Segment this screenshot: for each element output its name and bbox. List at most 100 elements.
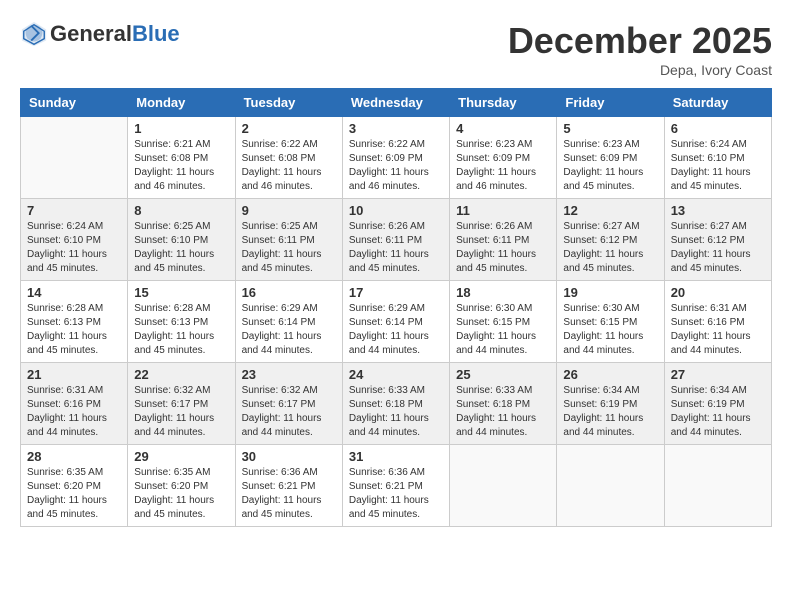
day-number: 4: [456, 121, 550, 136]
calendar-week-row: 21Sunrise: 6:31 AM Sunset: 6:16 PM Dayli…: [21, 363, 772, 445]
day-info: Sunrise: 6:22 AM Sunset: 6:08 PM Dayligh…: [242, 138, 336, 194]
day-number: 10: [349, 203, 443, 218]
day-info: Sunrise: 6:29 AM Sunset: 6:14 PM Dayligh…: [349, 302, 443, 358]
day-info: Sunrise: 6:32 AM Sunset: 6:17 PM Dayligh…: [134, 384, 228, 440]
day-info: Sunrise: 6:33 AM Sunset: 6:18 PM Dayligh…: [349, 384, 443, 440]
calendar-cell: 5 Sunrise: 6:23 AM Sunset: 6:09 PM Daylig…: [557, 117, 664, 199]
calendar-cell: [450, 445, 557, 527]
day-number: 21: [27, 367, 121, 382]
day-info: Sunrise: 6:25 AM Sunset: 6:10 PM Dayligh…: [134, 220, 228, 276]
day-number: 31: [349, 449, 443, 464]
day-number: 19: [563, 285, 657, 300]
day-info: Sunrise: 6:28 AM Sunset: 6:13 PM Dayligh…: [134, 302, 228, 358]
day-info: Sunrise: 6:33 AM Sunset: 6:18 PM Dayligh…: [456, 384, 550, 440]
day-number: 15: [134, 285, 228, 300]
day-number: 8: [134, 203, 228, 218]
calendar-cell: 27Sunrise: 6:34 AM Sunset: 6:19 PM Dayli…: [664, 363, 771, 445]
day-number: 3: [349, 121, 443, 136]
day-info: Sunrise: 6:31 AM Sunset: 6:16 PM Dayligh…: [671, 302, 765, 358]
day-info: Sunrise: 6:35 AM Sunset: 6:20 PM Dayligh…: [134, 466, 228, 522]
day-info: Sunrise: 6:36 AM Sunset: 6:21 PM Dayligh…: [242, 466, 336, 522]
day-info: Sunrise: 6:25 AM Sunset: 6:11 PM Dayligh…: [242, 220, 336, 276]
location: Depa, Ivory Coast: [508, 62, 772, 78]
day-info: Sunrise: 6:22 AM Sunset: 6:09 PM Dayligh…: [349, 138, 443, 194]
day-number: 29: [134, 449, 228, 464]
weekday-header-saturday: Saturday: [664, 89, 771, 117]
day-number: 9: [242, 203, 336, 218]
calendar-cell: 15 Sunrise: 6:28 AM Sunset: 6:13 PM Dayli…: [128, 281, 235, 363]
calendar-cell: 2 Sunrise: 6:22 AM Sunset: 6:08 PM Daylig…: [235, 117, 342, 199]
day-number: 20: [671, 285, 765, 300]
day-info: Sunrise: 6:30 AM Sunset: 6:15 PM Dayligh…: [563, 302, 657, 358]
day-number: 5: [563, 121, 657, 136]
month-title: December 2025: [508, 20, 772, 62]
calendar-cell: 3 Sunrise: 6:22 AM Sunset: 6:09 PM Daylig…: [342, 117, 449, 199]
day-info: Sunrise: 6:23 AM Sunset: 6:09 PM Dayligh…: [456, 138, 550, 194]
day-info: Sunrise: 6:35 AM Sunset: 6:20 PM Dayligh…: [27, 466, 121, 522]
calendar-cell: 22 Sunrise: 6:32 AM Sunset: 6:17 PM Dayli…: [128, 363, 235, 445]
day-number: 7: [27, 203, 121, 218]
calendar-week-row: 14 Sunrise: 6:28 AM Sunset: 6:13 PM Dayli…: [21, 281, 772, 363]
weekday-header-row: SundayMondayTuesdayWednesdayThursdayFrid…: [21, 89, 772, 117]
calendar-cell: 31 Sunrise: 6:36 AM Sunset: 6:21 PM Dayli…: [342, 445, 449, 527]
day-number: 24: [349, 367, 443, 382]
calendar-cell: 21Sunrise: 6:31 AM Sunset: 6:16 PM Dayli…: [21, 363, 128, 445]
calendar-week-row: 7 Sunrise: 6:24 AM Sunset: 6:10 PM Daylig…: [21, 199, 772, 281]
day-info: Sunrise: 6:30 AM Sunset: 6:15 PM Dayligh…: [456, 302, 550, 358]
day-number: 26: [563, 367, 657, 382]
day-info: Sunrise: 6:26 AM Sunset: 6:11 PM Dayligh…: [456, 220, 550, 276]
weekday-header-friday: Friday: [557, 89, 664, 117]
day-number: 14: [27, 285, 121, 300]
calendar-cell: 20 Sunrise: 6:31 AM Sunset: 6:16 PM Dayli…: [664, 281, 771, 363]
calendar-cell: 25 Sunrise: 6:33 AM Sunset: 6:18 PM Dayli…: [450, 363, 557, 445]
calendar-cell: [21, 117, 128, 199]
calendar-cell: 29 Sunrise: 6:35 AM Sunset: 6:20 PM Dayli…: [128, 445, 235, 527]
day-number: 11: [456, 203, 550, 218]
day-number: 2: [242, 121, 336, 136]
day-info: Sunrise: 6:21 AM Sunset: 6:08 PM Dayligh…: [134, 138, 228, 194]
weekday-header-wednesday: Wednesday: [342, 89, 449, 117]
day-number: 27: [671, 367, 765, 382]
calendar-cell: 28 Sunrise: 6:35 AM Sunset: 6:20 PM Dayli…: [21, 445, 128, 527]
calendar-cell: 8 Sunrise: 6:25 AM Sunset: 6:10 PM Daylig…: [128, 199, 235, 281]
weekday-header-thursday: Thursday: [450, 89, 557, 117]
day-info: Sunrise: 6:34 AM Sunset: 6:19 PM Dayligh…: [563, 384, 657, 440]
calendar-cell: 16Sunrise: 6:29 AM Sunset: 6:14 PM Dayli…: [235, 281, 342, 363]
day-number: 1: [134, 121, 228, 136]
day-number: 16: [242, 285, 336, 300]
calendar-cell: 4 Sunrise: 6:23 AM Sunset: 6:09 PM Daylig…: [450, 117, 557, 199]
calendar-cell: 9 Sunrise: 6:25 AM Sunset: 6:11 PM Daylig…: [235, 199, 342, 281]
day-number: 13: [671, 203, 765, 218]
calendar-week-row: 1 Sunrise: 6:21 AM Sunset: 6:08 PM Daylig…: [21, 117, 772, 199]
day-info: Sunrise: 6:24 AM Sunset: 6:10 PM Dayligh…: [671, 138, 765, 194]
day-info: Sunrise: 6:26 AM Sunset: 6:11 PM Dayligh…: [349, 220, 443, 276]
calendar-cell: [557, 445, 664, 527]
day-number: 23: [242, 367, 336, 382]
calendar-cell: 24 Sunrise: 6:33 AM Sunset: 6:18 PM Dayli…: [342, 363, 449, 445]
calendar-cell: 11 Sunrise: 6:26 AM Sunset: 6:11 PM Dayli…: [450, 199, 557, 281]
calendar-cell: [664, 445, 771, 527]
day-number: 17: [349, 285, 443, 300]
calendar-cell: 30 Sunrise: 6:36 AM Sunset: 6:21 PM Dayli…: [235, 445, 342, 527]
calendar-cell: 12Sunrise: 6:27 AM Sunset: 6:12 PM Dayli…: [557, 199, 664, 281]
day-info: Sunrise: 6:27 AM Sunset: 6:12 PM Dayligh…: [671, 220, 765, 276]
day-number: 22: [134, 367, 228, 382]
weekday-header-monday: Monday: [128, 89, 235, 117]
day-info: Sunrise: 6:24 AM Sunset: 6:10 PM Dayligh…: [27, 220, 121, 276]
day-number: 12: [563, 203, 657, 218]
day-number: 28: [27, 449, 121, 464]
title-section: December 2025 Depa, Ivory Coast: [508, 20, 772, 78]
weekday-header-sunday: Sunday: [21, 89, 128, 117]
calendar-cell: 1 Sunrise: 6:21 AM Sunset: 6:08 PM Daylig…: [128, 117, 235, 199]
day-info: Sunrise: 6:23 AM Sunset: 6:09 PM Dayligh…: [563, 138, 657, 194]
calendar-table: SundayMondayTuesdayWednesdayThursdayFrid…: [20, 88, 772, 527]
day-number: 30: [242, 449, 336, 464]
weekday-header-tuesday: Tuesday: [235, 89, 342, 117]
calendar-cell: 19 Sunrise: 6:30 AM Sunset: 6:15 PM Dayli…: [557, 281, 664, 363]
day-number: 18: [456, 285, 550, 300]
logo-icon: [20, 20, 48, 48]
calendar-cell: 10 Sunrise: 6:26 AM Sunset: 6:11 PM Dayli…: [342, 199, 449, 281]
day-number: 25: [456, 367, 550, 382]
page-header: GeneralBlue December 2025 Depa, Ivory Co…: [20, 20, 772, 78]
day-info: Sunrise: 6:36 AM Sunset: 6:21 PM Dayligh…: [349, 466, 443, 522]
